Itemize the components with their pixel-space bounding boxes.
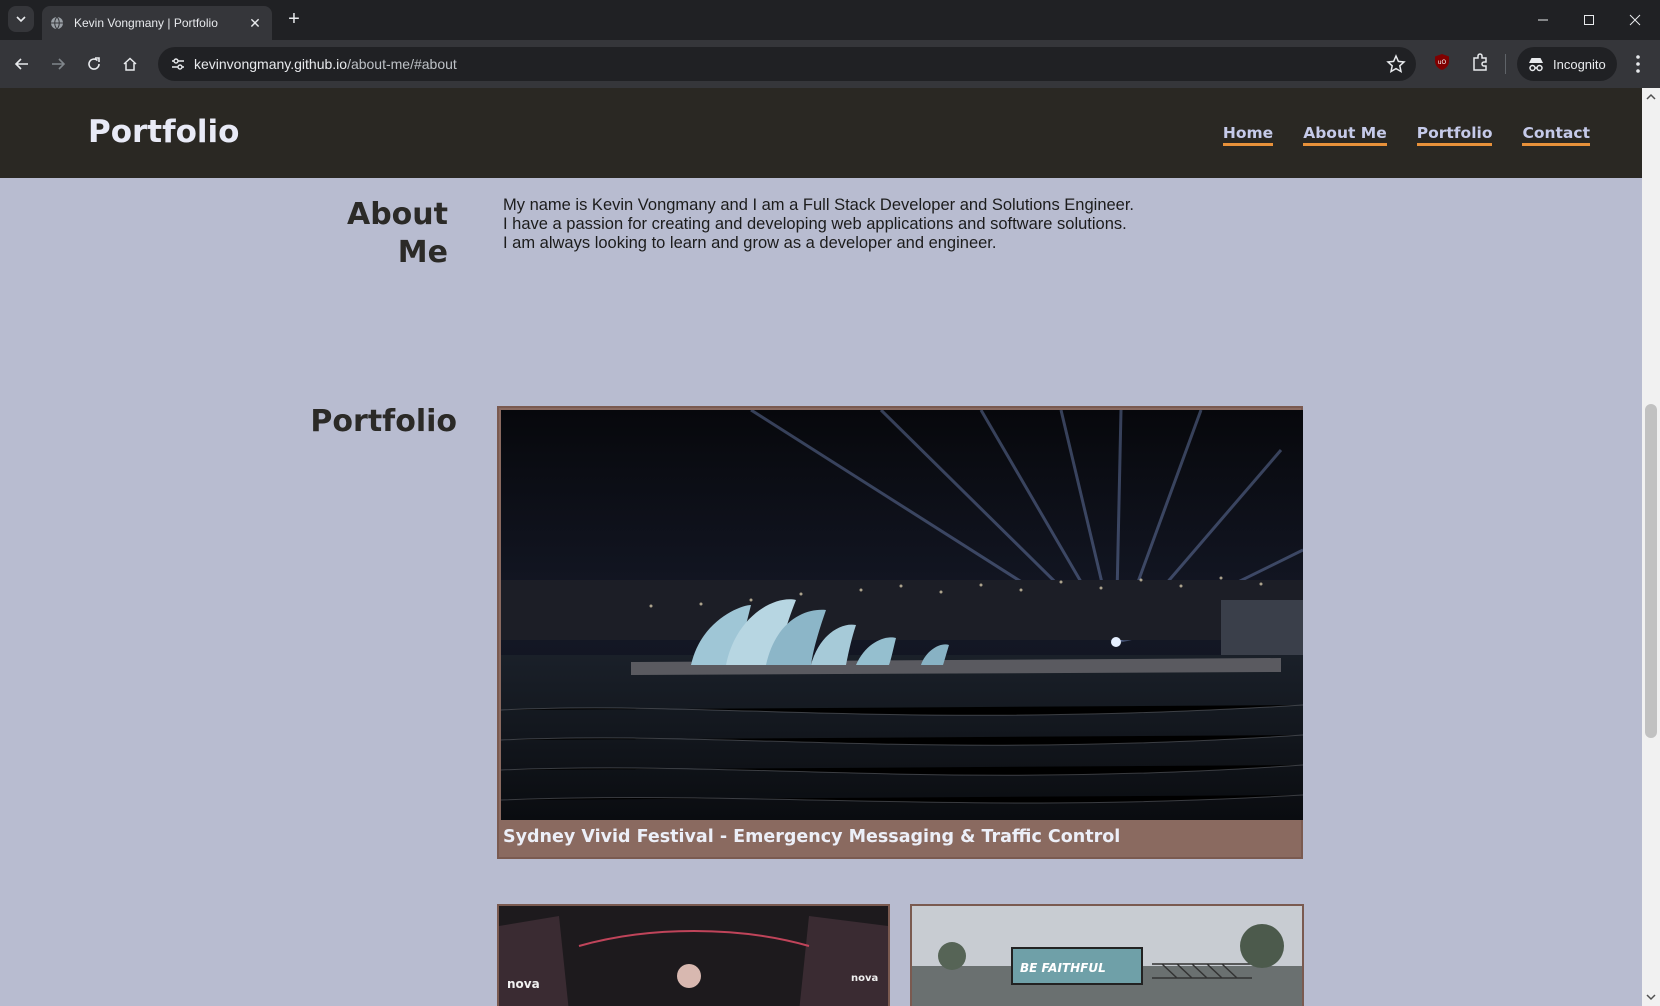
- page-scrollbar[interactable]: [1642, 88, 1660, 1006]
- window-close-button[interactable]: [1612, 6, 1658, 34]
- back-button[interactable]: [8, 50, 36, 78]
- maximize-button[interactable]: [1566, 6, 1612, 34]
- tab-title: Kevin Vongmany | Portfolio: [74, 16, 218, 30]
- nova-logo-text: nova: [507, 977, 540, 991]
- about-line: I am always looking to learn and grow as…: [503, 234, 997, 252]
- about-heading-line2: Me: [397, 235, 448, 270]
- tab-strip: Kevin Vongmany | Portfolio ✕ +: [0, 0, 1660, 40]
- nav-contact[interactable]: Contact: [1522, 124, 1590, 146]
- reload-button[interactable]: [80, 50, 108, 78]
- reload-icon: [88, 57, 100, 70]
- address-bar[interactable]: kevinvongmany.github.io/about-me/#about: [158, 47, 1416, 81]
- home-button[interactable]: [116, 50, 144, 78]
- sydney-opera-house-image: [501, 410, 1303, 820]
- site-info-button[interactable]: [166, 52, 190, 76]
- globe-icon: [51, 16, 63, 30]
- scroll-thumb[interactable]: [1645, 404, 1657, 738]
- page-viewport: Portfolio Home About Me Portfolio Contac…: [0, 88, 1660, 1006]
- chevron-down-icon: [16, 16, 26, 23]
- about-heading: About Me: [300, 196, 448, 272]
- about-line: My name is Kevin Vongmany and I am a Ful…: [503, 196, 1135, 214]
- maximize-icon: [1584, 15, 1594, 25]
- svg-text:uO: uO: [1438, 59, 1447, 66]
- menu-icon[interactable]: [1628, 52, 1648, 76]
- url-path: /about-me/#about: [347, 56, 457, 72]
- minimize-button[interactable]: [1520, 6, 1566, 34]
- billboard-image: BE FAITHFUL: [912, 906, 1302, 1006]
- about-line: I have a passion for creating and develo…: [503, 215, 1127, 233]
- billboard-text: BE FAITHFUL: [1020, 961, 1106, 975]
- featured-project-card[interactable]: Sydney Vivid Festival - Emergency Messag…: [497, 406, 1303, 859]
- nav-about-me[interactable]: About Me: [1303, 124, 1387, 146]
- site-brand[interactable]: Portfolio: [88, 114, 239, 150]
- portfolio-heading: Portfolio: [310, 404, 457, 439]
- nav-portfolio[interactable]: Portfolio: [1416, 124, 1493, 146]
- extensions-icon[interactable]: [1470, 52, 1490, 72]
- tab-list-button[interactable]: [8, 6, 34, 32]
- scroll-up-icon[interactable]: [1646, 92, 1656, 102]
- plus-icon: +: [288, 8, 300, 30]
- close-icon[interactable]: ✕: [246, 15, 264, 32]
- forward-button[interactable]: [44, 50, 72, 78]
- bookmark-star-icon[interactable]: [1386, 54, 1406, 74]
- toolbar-separator: [1505, 54, 1506, 74]
- window-close-icon: [1629, 14, 1641, 26]
- ublock-icon[interactable]: uO: [1434, 53, 1450, 71]
- site-settings-icon: [172, 58, 184, 70]
- forward-icon: [52, 58, 66, 70]
- new-tab-button[interactable]: +: [282, 8, 306, 32]
- incognito-badge[interactable]: Incognito: [1517, 47, 1617, 81]
- active-tab[interactable]: Kevin Vongmany | Portfolio ✕: [42, 6, 272, 40]
- nova-logo-text-right: nova: [851, 973, 878, 984]
- about-heading-line1: About: [346, 197, 448, 232]
- project-card-billboard[interactable]: BE FAITHFUL: [910, 904, 1304, 1006]
- nav-home[interactable]: Home: [1222, 124, 1274, 146]
- minimize-icon: [1538, 19, 1548, 21]
- site-header: Portfolio Home About Me Portfolio Contac…: [0, 88, 1642, 178]
- about-text: My name is Kevin Vongmany and I am a Ful…: [503, 196, 1143, 253]
- back-icon: [14, 58, 28, 70]
- url-host: kevinvongmany.github.io: [194, 56, 348, 72]
- project-card-nova[interactable]: nova nova: [497, 904, 890, 1006]
- browser-toolbar: kevinvongmany.github.io/about-me/#about …: [0, 40, 1660, 88]
- featured-project-caption: Sydney Vivid Festival - Emergency Messag…: [503, 827, 1121, 847]
- incognito-label: Incognito: [1553, 56, 1606, 72]
- nova-studio-image: nova nova: [499, 906, 888, 1006]
- incognito-icon: [1529, 58, 1543, 72]
- main-nav: Home About Me Portfolio Contact: [1222, 124, 1590, 146]
- url-text: kevinvongmany.github.io/about-me/#about: [194, 56, 457, 72]
- scroll-down-icon[interactable]: [1646, 992, 1656, 1002]
- home-icon: [123, 57, 137, 71]
